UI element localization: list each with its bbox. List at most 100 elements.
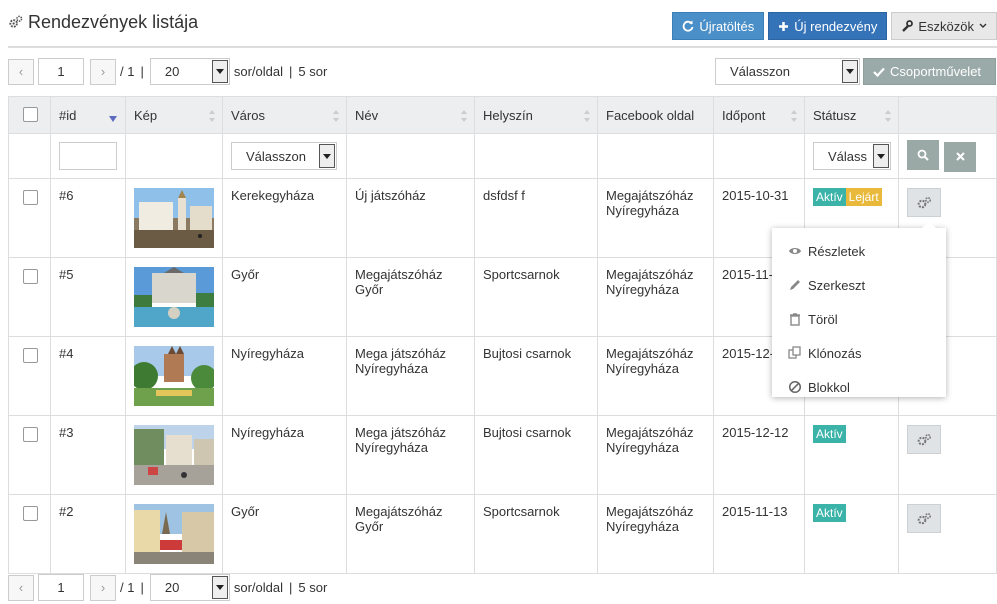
per-page-label: sor/oldal <box>233 580 283 595</box>
bulk-action-select[interactable]: Válasszon <box>715 58 860 85</box>
row-checkbox[interactable] <box>23 190 38 205</box>
status-filter-select[interactable]: Válass <box>813 142 891 170</box>
menu-item-block[interactable]: Blokkol <box>772 370 946 404</box>
pencil-icon <box>790 280 800 290</box>
city-cell: Nyíregyháza <box>222 415 347 495</box>
bulk-select-value: Válasszon <box>730 64 790 79</box>
page-number-input[interactable]: 1 <box>38 574 84 601</box>
row-checkbox[interactable] <box>23 348 38 363</box>
search-button[interactable] <box>907 140 939 171</box>
chevron-down-icon <box>842 60 858 83</box>
status-cell: Aktív <box>804 415 899 495</box>
menu-item-edit[interactable]: Szerkeszt <box>772 268 946 302</box>
chevron-down-icon <box>211 60 228 83</box>
new-event-button[interactable]: Új rendezvény <box>768 12 888 40</box>
venue-cell: dsfdsf f <box>474 178 598 258</box>
page-total: / 1 <box>120 64 135 79</box>
status-filter-value: Válass <box>828 148 868 164</box>
page-number-input[interactable]: 1 <box>38 58 84 85</box>
col-status[interactable]: Státusz <box>804 96 899 134</box>
col-name[interactable]: Név <box>346 96 475 134</box>
image-cell <box>125 336 223 416</box>
id-filter-input[interactable] <box>59 142 117 170</box>
select-all-checkbox[interactable] <box>23 107 38 122</box>
table-row[interactable]: #3 Nyíregyháza Mega játszóház Nyíregyház… <box>8 415 997 495</box>
event-thumbnail[interactable] <box>134 188 214 248</box>
facebook-cell: Megajátszóház Nyíregyháza <box>597 336 714 416</box>
bulk-action-button[interactable]: Csoportművelet <box>863 58 996 85</box>
page-header: Rendezvények listája <box>8 12 198 33</box>
page-title: Rendezvények listája <box>28 12 199 32</box>
pager-separator: | <box>140 580 144 595</box>
status-badge-active: Aktív <box>813 425 846 443</box>
city-cell: Nyíregyháza <box>222 336 347 416</box>
name-cell: Mega játszóház Nyíregyháza <box>346 415 475 495</box>
refresh-button[interactable]: Újratöltés <box>672 12 765 40</box>
pager-separator: | <box>289 64 293 79</box>
col-venue[interactable]: Helyszín <box>474 96 598 134</box>
row-select-cell <box>8 494 51 574</box>
trash-icon <box>790 313 800 326</box>
col-image[interactable]: Kép <box>125 96 223 134</box>
image-cell <box>125 415 223 495</box>
pagination-top: ‹ 1 › / 1 | 20 sor/oldal | 5 sor <box>8 58 327 85</box>
clear-filter-button[interactable] <box>944 141 976 172</box>
menu-item-delete[interactable]: Töröl <box>772 302 946 336</box>
next-page-button[interactable]: › <box>90 574 116 601</box>
tools-dropdown-button[interactable]: Eszközök <box>891 12 997 40</box>
row-checkbox[interactable] <box>23 427 38 442</box>
next-page-button[interactable]: › <box>90 58 116 85</box>
col-city[interactable]: Város <box>222 96 347 134</box>
event-thumbnail[interactable] <box>134 504 214 564</box>
gears-icon <box>9 15 23 28</box>
per-page-select[interactable]: 20 <box>149 574 230 601</box>
row-select-cell <box>8 178 51 258</box>
row-actions-button[interactable] <box>907 188 941 217</box>
event-thumbnail[interactable] <box>134 346 214 406</box>
city-cell: Győr <box>222 257 347 337</box>
col-id[interactable]: #id <box>50 96 126 134</box>
id-cell: #4 <box>50 336 126 416</box>
menu-item-clone[interactable]: Klónozás <box>772 336 946 370</box>
page-total: / 1 <box>120 580 135 595</box>
col-image-label: Kép <box>134 107 158 123</box>
row-select-cell <box>8 257 51 337</box>
col-id-label: #id <box>59 107 77 123</box>
chevron-down-icon <box>211 576 228 599</box>
col-status-label: Státusz <box>813 107 857 123</box>
status-badge-active: Aktív <box>813 504 846 522</box>
row-actions-button[interactable] <box>907 425 941 454</box>
row-count: 5 sor <box>298 580 328 595</box>
menu-item-details[interactable]: Részletek <box>772 234 946 268</box>
new-event-label: Új rendezvény <box>794 18 878 34</box>
filter-cell: Válasszon <box>222 133 347 179</box>
col-facebook[interactable]: Facebook oldal <box>597 96 714 134</box>
sort-icon <box>209 110 216 122</box>
facebook-cell: Megajátszóház Nyíregyháza <box>597 494 714 574</box>
col-date[interactable]: Időpont <box>713 96 805 134</box>
copy-icon <box>788 346 801 359</box>
name-cell: Mega játszóház Nyíregyháza <box>346 336 475 416</box>
table-row[interactable]: #2 Győr Megajátszóház Győr Sportcsarnok … <box>8 494 997 574</box>
row-checkbox[interactable] <box>23 269 38 284</box>
row-checkbox[interactable] <box>23 506 38 521</box>
per-page-select[interactable]: 20 <box>149 58 230 85</box>
actions-cell <box>898 494 997 574</box>
event-thumbnail[interactable] <box>134 267 214 327</box>
row-actions-button[interactable] <box>907 504 941 533</box>
image-cell <box>125 178 223 258</box>
menu-item-label: Részletek <box>808 243 866 259</box>
id-cell: #5 <box>50 257 126 337</box>
prev-page-button[interactable]: ‹ <box>8 58 34 85</box>
actions-cell <box>898 415 997 495</box>
search-icon <box>917 149 929 161</box>
chevron-down-icon <box>319 144 335 168</box>
city-filter-select[interactable]: Válasszon <box>231 142 337 170</box>
event-thumbnail[interactable] <box>134 425 214 485</box>
row-select-cell <box>8 336 51 416</box>
venue-cell: Bujtosi csarnok <box>474 336 598 416</box>
plus-icon <box>779 21 789 31</box>
check-icon <box>873 67 885 77</box>
prev-page-button[interactable]: ‹ <box>8 574 34 601</box>
image-cell <box>125 494 223 574</box>
